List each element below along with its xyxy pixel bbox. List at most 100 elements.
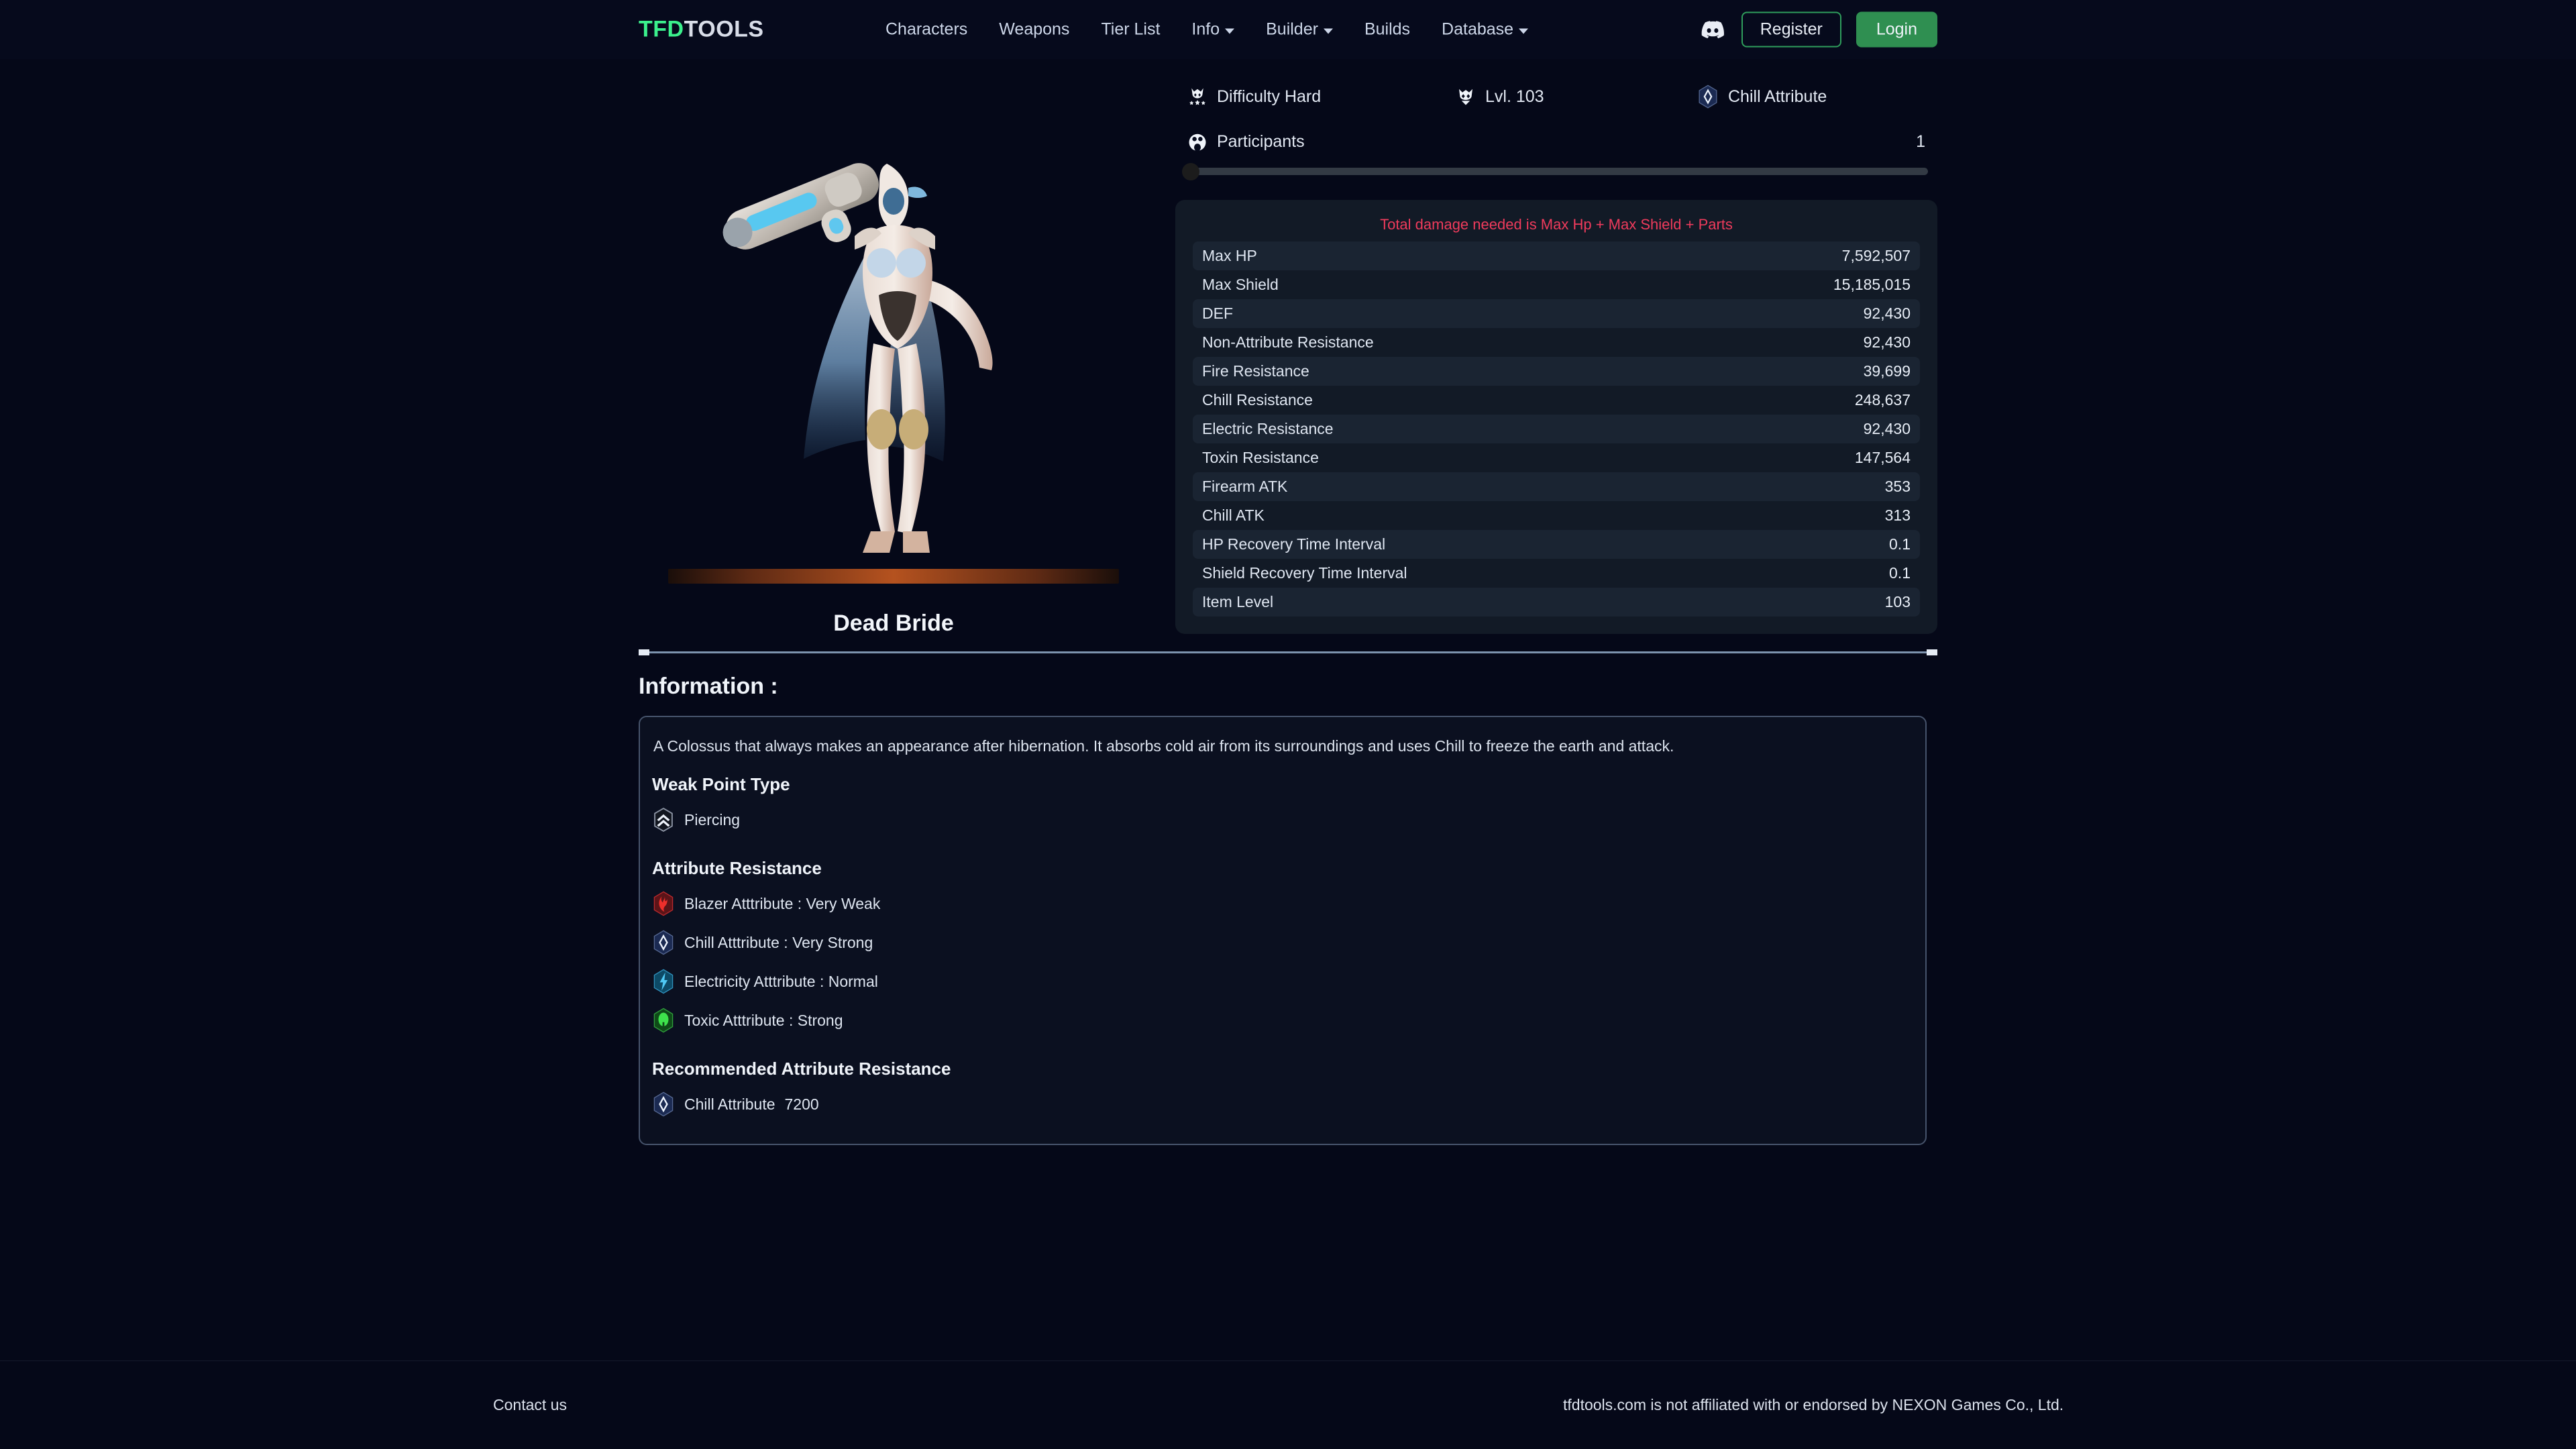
attribute-resistance-list: Blazer Atttribute : Very Weak Chill Atttr… [652, 884, 1913, 1040]
attribute-resistance-row: Toxic Atttribute : Strong [652, 1001, 1913, 1040]
stat-label: Firearm ATK [1202, 478, 1288, 495]
information-card: A Colossus that always makes an appearan… [639, 716, 1927, 1145]
stat-row: DEF 92,430 [1193, 299, 1920, 328]
nav-item-weapons[interactable]: Weapons [999, 20, 1069, 40]
boss-name: Dead Bride [833, 610, 954, 636]
navbar: TFDTOOLS Characters Weapons Tier List In… [0, 0, 2576, 59]
piercing-chevron-icon [654, 807, 673, 833]
nav-label: Info [1191, 19, 1220, 39]
stat-value: 7,592,507 [1841, 247, 1911, 264]
stat-row: Non-Attribute Resistance 92,430 [1193, 328, 1920, 357]
participants-slider[interactable] [1175, 162, 1937, 180]
stat-value: 0.1 [1889, 535, 1911, 553]
attribute-resistance-label: Toxic Atttribute : Strong [684, 1011, 843, 1029]
slider-track[interactable] [1193, 168, 1928, 175]
site-logo[interactable]: TFDTOOLS [639, 17, 764, 43]
attribute-label: Chill Attribute [1728, 87, 1827, 106]
chevron-down-icon [1519, 28, 1529, 34]
stat-value: 92,430 [1863, 305, 1911, 322]
lightning-icon [653, 969, 674, 994]
stat-row: Toxin Resistance 147,564 [1193, 443, 1920, 472]
recommended-heading: Recommended Attribute Resistance [652, 1059, 951, 1079]
stat-label: DEF [1202, 305, 1233, 322]
toxin-icon [653, 1008, 674, 1033]
stat-row: HP Recovery Time Interval 0.1 [1193, 530, 1920, 559]
nav-label: Characters [885, 19, 968, 39]
stats-panel: Total damage needed is Max Hp + Max Shie… [1175, 200, 1937, 634]
stat-row: Item Level 103 [1193, 588, 1920, 616]
stat-label: Max Shield [1202, 276, 1279, 293]
nav-label: Tier List [1101, 19, 1161, 39]
stat-value: 92,430 [1863, 333, 1911, 351]
nav-item-builds[interactable]: Builds [1364, 20, 1410, 40]
stat-value: 92,430 [1863, 420, 1911, 437]
difficulty-label: Difficulty Hard [1217, 87, 1322, 106]
register-button[interactable]: Register [1741, 11, 1841, 48]
chill-crystal-icon [1699, 85, 1717, 109]
stat-label: Max HP [1202, 247, 1257, 264]
boss-stats-column: Difficulty Hard Lvl. 103 Chill Attribute… [1148, 59, 1937, 637]
boss-meta-row: Difficulty Hard Lvl. 103 Chill Attribute [1175, 85, 1937, 109]
weak-point-row: Piercing [652, 800, 1913, 839]
boss-artwork [639, 126, 1148, 569]
login-button[interactable]: Login [1856, 11, 1937, 48]
discord-icon[interactable] [1699, 15, 1727, 44]
main-content: Dead Bride Difficulty Hard Lvl. 103 Chil… [639, 59, 1937, 1145]
nav-label: Weapons [999, 19, 1070, 39]
attribute-info: Chill Attribute [1697, 85, 1925, 109]
skull-icon [1459, 89, 1472, 105]
stat-row: Firearm ATK 353 [1193, 472, 1920, 501]
nav-label: Builder [1266, 19, 1318, 39]
stat-label: Chill ATK [1202, 506, 1265, 524]
boss-description: A Colossus that always makes an appearan… [653, 737, 1674, 755]
attribute-resistance-row: Electricity Atttribute : Normal [652, 962, 1913, 1001]
dead-bride-illustration [722, 163, 993, 553]
information-title: Information : [639, 674, 778, 699]
chill-crystal-icon [653, 930, 674, 955]
weak-point-label: Piercing [684, 810, 741, 828]
nav-item-builder[interactable]: Builder [1266, 20, 1333, 40]
page-root: TFDTOOLS Characters Weapons Tier List In… [0, 0, 2576, 1449]
nav-item-tier-list[interactable]: Tier List [1101, 20, 1160, 40]
participants-icon [1189, 133, 1206, 152]
recommended-value: 7200 [784, 1095, 819, 1113]
nav-label: Builds [1364, 19, 1411, 39]
footer-disclaimer: tfdtools.com is not affiliated with or e… [1563, 1396, 2064, 1413]
stat-label: Item Level [1202, 593, 1274, 610]
stat-row: Fire Resistance 39,699 [1193, 357, 1920, 386]
stats-table: Max HP 7,592,507 Max Shield 15,185,015 DEF 92… [1193, 241, 1920, 616]
level-label: Lvl. 103 [1485, 87, 1544, 106]
boss-overview: Dead Bride Difficulty Hard Lvl. 103 Chil… [639, 59, 1937, 637]
nav-item-database[interactable]: Database [1442, 20, 1529, 40]
attribute-resistance-label: Chill Atttribute : Very Strong [684, 933, 873, 951]
nav-item-characters[interactable]: Characters [885, 20, 967, 40]
stat-row: Chill ATK 313 [1193, 501, 1920, 530]
stat-row: Chill Resistance 248,637 [1193, 386, 1920, 415]
participants-value: 1 [1916, 131, 1925, 151]
stat-value: 39,699 [1863, 362, 1911, 380]
chill-crystal-icon [653, 1091, 674, 1117]
attribute-resistance-row: Blazer Atttribute : Very Weak [652, 884, 1913, 923]
stat-value: 0.1 [1889, 564, 1911, 582]
participants-label: Participants [1217, 131, 1305, 151]
boss-accent-bar [668, 569, 1119, 584]
participants-info: Participants [1187, 131, 1305, 152]
skull-stars-icon [1189, 88, 1205, 105]
contact-us-link[interactable]: Contact us [493, 1396, 567, 1414]
stat-label: Shield Recovery Time Interval [1202, 564, 1407, 582]
stat-label: HP Recovery Time Interval [1202, 535, 1386, 553]
fire-icon [653, 891, 674, 916]
stat-value: 248,637 [1854, 391, 1911, 409]
attribute-resistance-row: Chill Atttribute : Very Strong [652, 923, 1913, 962]
stat-value: 353 [1884, 478, 1911, 495]
slider-thumb[interactable] [1182, 163, 1199, 180]
stat-row: Max HP 7,592,507 [1193, 241, 1920, 270]
logo-tools: TOOLS [684, 16, 764, 42]
stat-value: 313 [1884, 506, 1911, 524]
chevron-down-icon [1225, 28, 1235, 34]
stat-row: Shield Recovery Time Interval 0.1 [1193, 559, 1920, 588]
attribute-resistance-heading: Attribute Resistance [652, 858, 822, 878]
stat-label: Fire Resistance [1202, 362, 1309, 380]
stat-value: 147,564 [1854, 449, 1911, 466]
nav-item-info[interactable]: Info [1191, 19, 1235, 40]
